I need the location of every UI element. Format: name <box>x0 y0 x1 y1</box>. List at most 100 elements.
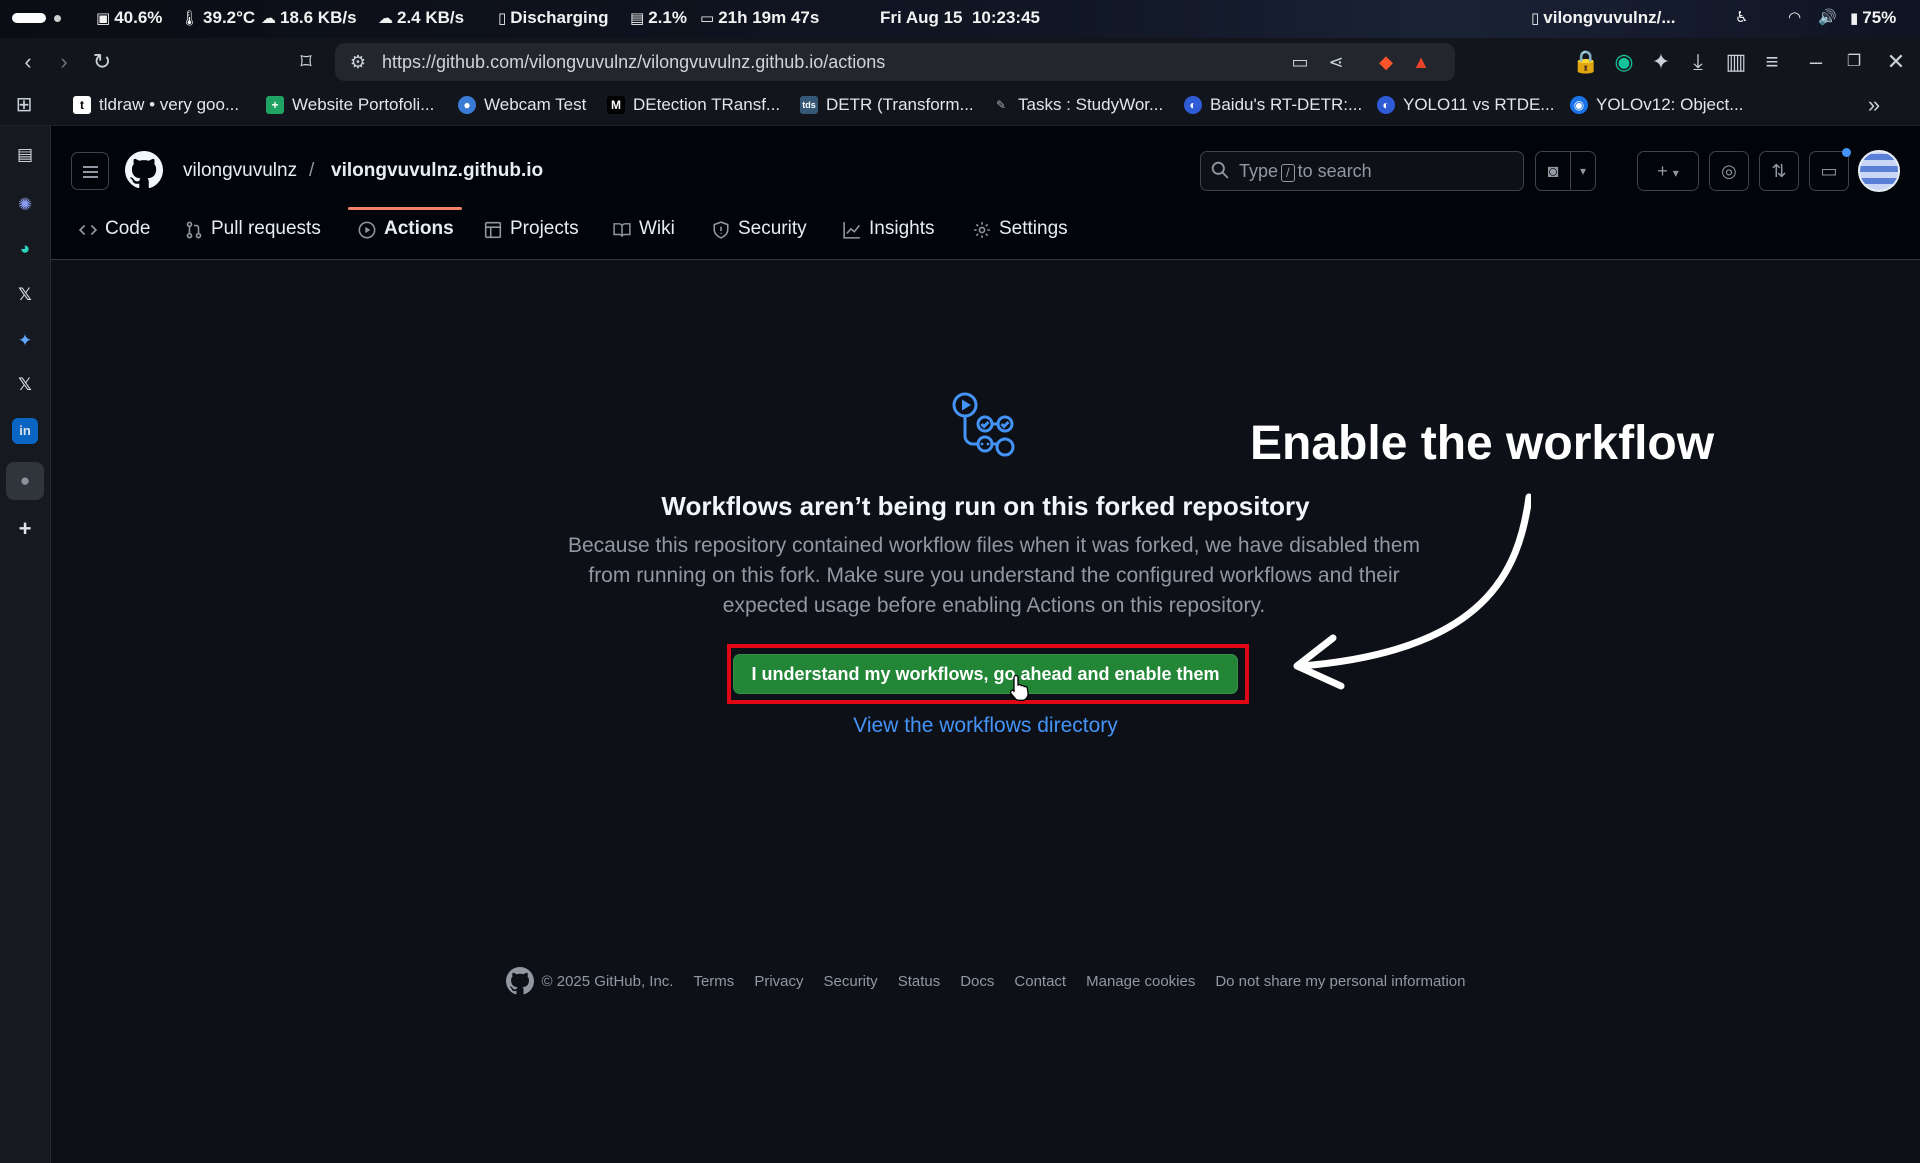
avatar[interactable] <box>1858 150 1900 192</box>
create-new-button[interactable]: + ▾ <box>1637 151 1699 191</box>
tab-actions[interactable]: Actions <box>358 212 454 260</box>
minimize-icon[interactable]: – <box>1802 48 1830 76</box>
x-twitter-icon-2[interactable]: 𝕏 <box>12 372 38 398</box>
battery-level[interactable]: ▮ 75% <box>1850 8 1896 28</box>
search-shortcut-key: / <box>1281 164 1295 182</box>
restore-icon[interactable]: ❐ <box>1840 48 1868 76</box>
footer-link-contact[interactable]: Contact <box>1014 973 1066 990</box>
search-input[interactable]: Type / to search <box>1200 151 1524 191</box>
wifi-icon[interactable]: ◠ <box>1788 8 1801 26</box>
cpu-icon: ▣ <box>96 10 111 27</box>
bookmark-item[interactable]: ◉ YOLOv12: Object... <box>1570 95 1743 115</box>
x-twitter-icon[interactable]: 𝕏 <box>12 282 38 308</box>
clock[interactable]: Fri Aug 15 10:23:45 <box>880 8 1040 28</box>
bookmark-item[interactable]: t tldraw • very goo... <box>73 95 239 115</box>
copilot-button[interactable]: ◙ <box>1535 151 1571 191</box>
sidebar-panel-icon[interactable]: ▤ <box>12 142 38 168</box>
footer-link-privacy[interactable]: Privacy <box>754 973 803 990</box>
graph-icon <box>843 222 860 239</box>
tab-security[interactable]: Security <box>712 212 807 260</box>
footer-link-manage-cookies[interactable]: Manage cookies <box>1086 973 1195 990</box>
footer-link-do-not-share[interactable]: Do not share my personal information <box>1215 973 1465 990</box>
tab-insights[interactable]: Insights <box>843 212 934 260</box>
hamburger-menu-button[interactable] <box>71 152 109 190</box>
workspace-indicator-icon[interactable] <box>12 13 46 23</box>
screen: ▣ 40.6% 🌡 39.2°C ☁ 18.6 KB/s ☁ 2.4 KB/s ▯ Dis… <box>0 0 1920 1163</box>
more-bookmarks-icon[interactable]: » <box>1860 91 1888 119</box>
brave-shields-icon[interactable]: ◆ <box>1375 51 1397 73</box>
github-footer-logo-icon[interactable] <box>505 967 534 995</box>
footer-link-docs[interactable]: Docs <box>960 973 994 990</box>
bookmark-icon[interactable]: ⌑ <box>292 48 320 76</box>
pull-request-icon <box>186 221 202 239</box>
back-icon[interactable]: ‹ <box>14 48 42 76</box>
site-settings-icon[interactable]: ⚙ <box>347 51 369 73</box>
leo-ai-icon[interactable]: ✺ <box>12 192 38 218</box>
linkedin-icon[interactable]: in <box>12 418 38 444</box>
issues-icon[interactable]: ◎ <box>1709 151 1749 191</box>
bookmark-item[interactable]: ● Webcam Test <box>458 95 586 115</box>
add-panel-icon[interactable]: + <box>12 516 38 542</box>
footer-link-terms[interactable]: Terms <box>693 973 734 990</box>
search-icon <box>1211 161 1229 179</box>
reload-icon[interactable]: ↻ <box>88 48 116 76</box>
bookmark-item[interactable]: ✎ Tasks : StudyWor... <box>992 95 1163 115</box>
cpu-usage: ▣ 40.6% <box>96 8 163 27</box>
repo-owner-link[interactable]: vilongvuvulnz <box>183 160 297 182</box>
menu-icon[interactable]: ≡ <box>1758 48 1786 76</box>
tab-projects[interactable]: Projects <box>484 212 579 260</box>
close-icon[interactable]: ✕ <box>1882 48 1910 76</box>
footer-link-status[interactable]: Status <box>898 973 941 990</box>
bookmark-item[interactable]: ◐ YOLO11 vs RTDE... <box>1377 95 1554 115</box>
battery-icon: ▮ <box>1850 10 1859 27</box>
repo-name-link[interactable]: vilongvuvulnz.github.io <box>331 160 543 182</box>
accessibility-icon[interactable]: ♿ <box>1735 8 1748 26</box>
monitor-icon: ▭ <box>700 10 715 27</box>
github-logo-icon[interactable] <box>125 151 163 189</box>
gear-icon <box>974 222 990 238</box>
webcam-icon: ● <box>458 96 476 114</box>
password-manager-icon[interactable]: 🔒 <box>1572 48 1600 76</box>
bookmark-item[interactable]: tds DETR (Transform... <box>800 95 974 115</box>
extensions-icon[interactable]: ✦ <box>1647 48 1675 76</box>
share-icon[interactable]: ⋖ <box>1325 51 1347 73</box>
notification-dot <box>1842 148 1851 157</box>
view-workflows-link[interactable]: View the workflows directory <box>51 714 1920 738</box>
footer-link-security[interactable]: Security <box>824 973 878 990</box>
volume-icon[interactable]: 🔊 <box>1818 8 1837 26</box>
workspace-dot-icon[interactable] <box>54 15 61 22</box>
copilot-dropdown-icon[interactable]: ▾ <box>1570 151 1596 191</box>
footer-copyright: © 2025 GitHub, Inc. <box>505 967 673 995</box>
tab-settings[interactable]: Settings <box>973 212 1068 260</box>
github-header: vilongvuvulnz / vilongvuvulnz.github.io … <box>51 126 1920 260</box>
downloads-icon[interactable]: ⤓ <box>1684 48 1712 76</box>
address-bar[interactable]: ⚙ https://github.com/vilongvuvulnz/vilon… <box>335 43 1455 81</box>
clipboard-icon: ▯ <box>498 10 507 27</box>
grammarly-icon[interactable]: ◉ <box>1610 48 1638 76</box>
sidebar-toggle-icon[interactable]: ▥ <box>1722 48 1750 76</box>
tab-pull-requests[interactable]: Pull requests <box>185 212 321 260</box>
table-icon <box>484 221 502 239</box>
bookmark-item[interactable]: M DEtection TRansf... <box>607 95 780 115</box>
bookmark-item[interactable]: + Website Portofoli... <box>266 95 434 115</box>
active-window-title[interactable]: ▯ vilongvuvulnz/... <box>1531 8 1676 28</box>
forward-icon[interactable]: › <box>50 48 78 76</box>
browser-toolbar: ‹ › ↻ ⌑ ⚙ https://github.com/vilongvuvul… <box>0 38 1920 86</box>
tab-code[interactable]: Code <box>79 212 150 260</box>
brave-rewards-icon[interactable]: ▲ <box>1410 51 1432 73</box>
pull-requests-icon[interactable]: ⇅ <box>1759 151 1799 191</box>
inbox-icon[interactable]: ▭ <box>1809 151 1849 191</box>
download-speed: ☁ 18.6 KB/s <box>261 8 357 27</box>
cast-icon[interactable]: ▭ <box>1289 51 1311 73</box>
gemini-icon[interactable]: ✦ <box>12 328 38 354</box>
github-sidebar-icon[interactable]: ● <box>6 462 44 500</box>
copilot-icon[interactable]: ◕ <box>12 236 38 262</box>
apps-grid-icon[interactable]: ⊞ <box>10 91 38 119</box>
tds-icon: tds <box>800 96 818 114</box>
baidu-icon: ◐ <box>1184 96 1202 114</box>
bookmark-item[interactable]: ◐ Baidu's RT-DETR:... <box>1184 95 1362 115</box>
tab-wiki[interactable]: Wiki <box>613 212 675 260</box>
url-text[interactable]: https://github.com/vilongvuvulnz/vilongv… <box>382 52 885 73</box>
annotation-label: Enable the workflow <box>1250 417 1715 470</box>
browser-sidebar: ▤ ✺ ◕ 𝕏 ✦ 𝕏 in ● + <box>0 126 51 1163</box>
